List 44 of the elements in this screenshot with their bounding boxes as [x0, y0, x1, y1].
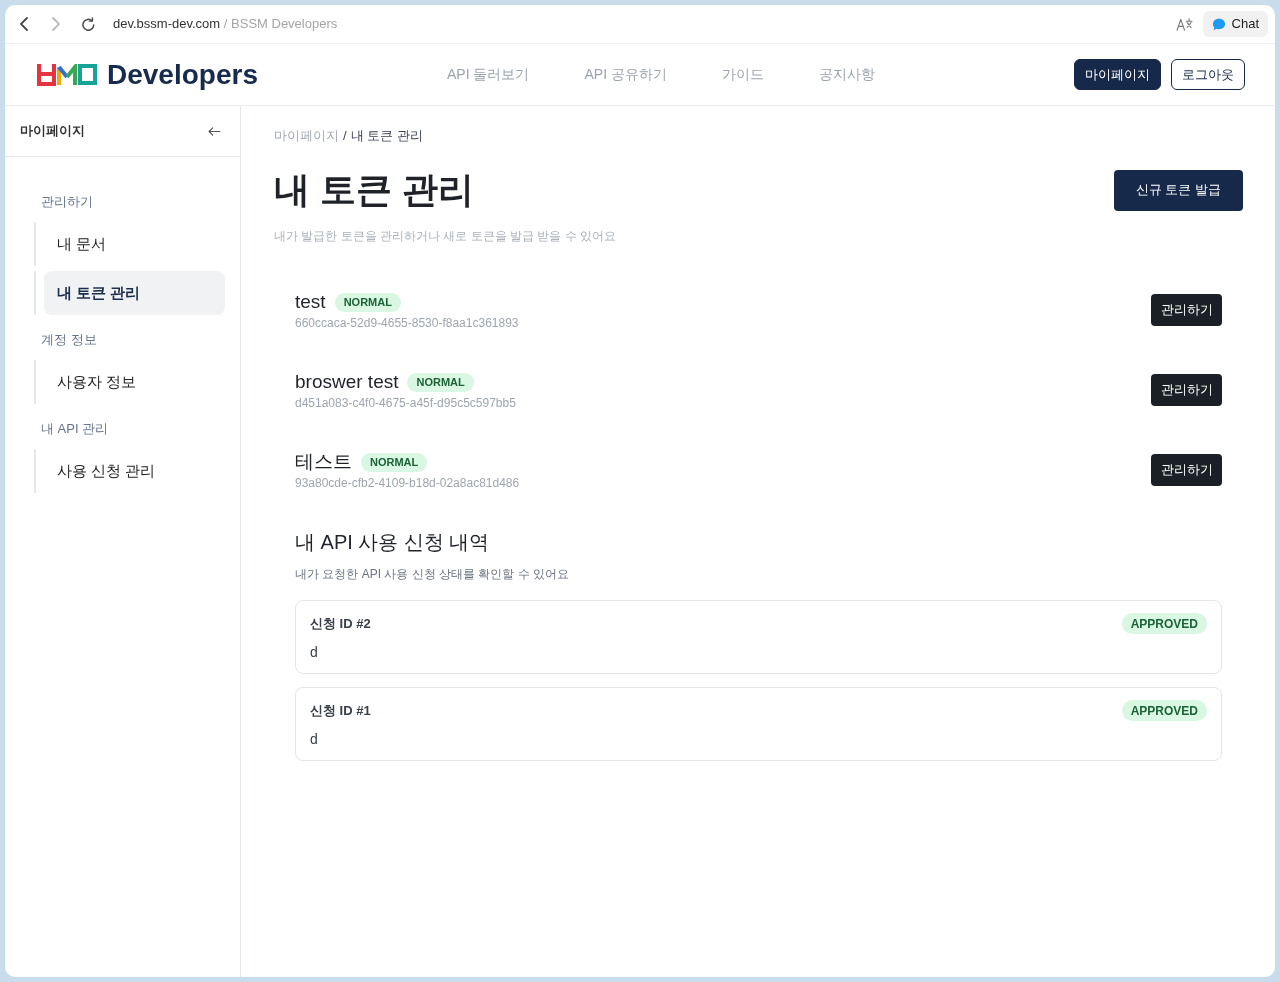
logo-text[interactable]: Developers — [107, 60, 258, 89]
status-badge: NORMAL — [361, 452, 428, 472]
token-name: test — [295, 289, 326, 314]
logo-icon[interactable] — [37, 63, 97, 86]
page-title: 내 토큰 관리 — [274, 168, 474, 212]
chat-button[interactable]: Chat — [1202, 11, 1268, 37]
new-token-button[interactable]: 신규 토큰 발급 — [1113, 169, 1243, 211]
token-id: 660ccaca-52d9-4655-8530-f8aa1c361893 — [295, 315, 519, 331]
sidebar-item[interactable]: 내 문서 — [44, 222, 225, 266]
sidebar-group-label: 계정 정보 — [41, 331, 98, 349]
request-body: d — [310, 730, 319, 749]
breadcrumb-current: 내 토큰 관리 — [350, 127, 423, 146]
status-badge: NORMAL — [334, 292, 401, 312]
section-title: 내 API 사용 신청 내역 — [295, 530, 491, 555]
request-body: d — [310, 643, 319, 662]
token-name: 테스트 — [295, 449, 352, 474]
sidebar-item[interactable]: 사용자 정보 — [44, 360, 225, 404]
status-badge: APPROVED — [1121, 700, 1207, 721]
token-name: broswer test — [295, 369, 399, 394]
sidebar-title: 마이페이지 — [20, 122, 85, 141]
status-badge: NORMAL — [407, 372, 474, 392]
section-subtitle: 내가 요청한 API 사용 신청 상태를 확인할 수 있어요 — [295, 566, 570, 583]
manage-button[interactable]: 관리하기 — [1151, 294, 1222, 326]
manage-button[interactable]: 관리하기 — [1151, 454, 1222, 486]
sidebar-group-label: 내 API 관리 — [41, 420, 110, 438]
token-id: 93a80cde-cfb2-4109-b18d-02a8ac81d486 — [295, 475, 520, 491]
request-title: 신청 ID #2 — [310, 614, 371, 633]
token-id: d451a083-c4f0-4675-a45f-d95c5c597bb5 — [295, 395, 516, 411]
status-badge: APPROVED — [1121, 613, 1207, 634]
manage-button[interactable]: 관리하기 — [1151, 374, 1222, 406]
chat-bubble-icon — [1211, 17, 1226, 31]
request-title: 신청 ID #1 — [310, 701, 371, 720]
page-subtitle: 내가 발급한 토큰을 관리하거나 새로 토큰을 발급 받을 수 있어요 — [274, 228, 617, 245]
mypage-button[interactable]: 마이페이지 — [1074, 59, 1161, 90]
breadcrumb-separator: / — [343, 127, 347, 146]
address-bar-text[interactable]: dev.bssm-dev.com / BSSM Developers — [113, 14, 338, 34]
translate-icon[interactable] — [1175, 17, 1193, 31]
back-arrow-icon[interactable] — [208, 126, 221, 136]
reload-icon[interactable] — [81, 17, 95, 31]
back-icon[interactable] — [20, 17, 28, 31]
logout-button[interactable]: 로그아웃 — [1171, 59, 1245, 90]
sidebar-item[interactable]: 내 토큰 관리 — [44, 271, 225, 315]
sidebar-group-label: 관리하기 — [41, 193, 94, 211]
sidebar-item[interactable]: 사용 신청 관리 — [44, 449, 225, 493]
